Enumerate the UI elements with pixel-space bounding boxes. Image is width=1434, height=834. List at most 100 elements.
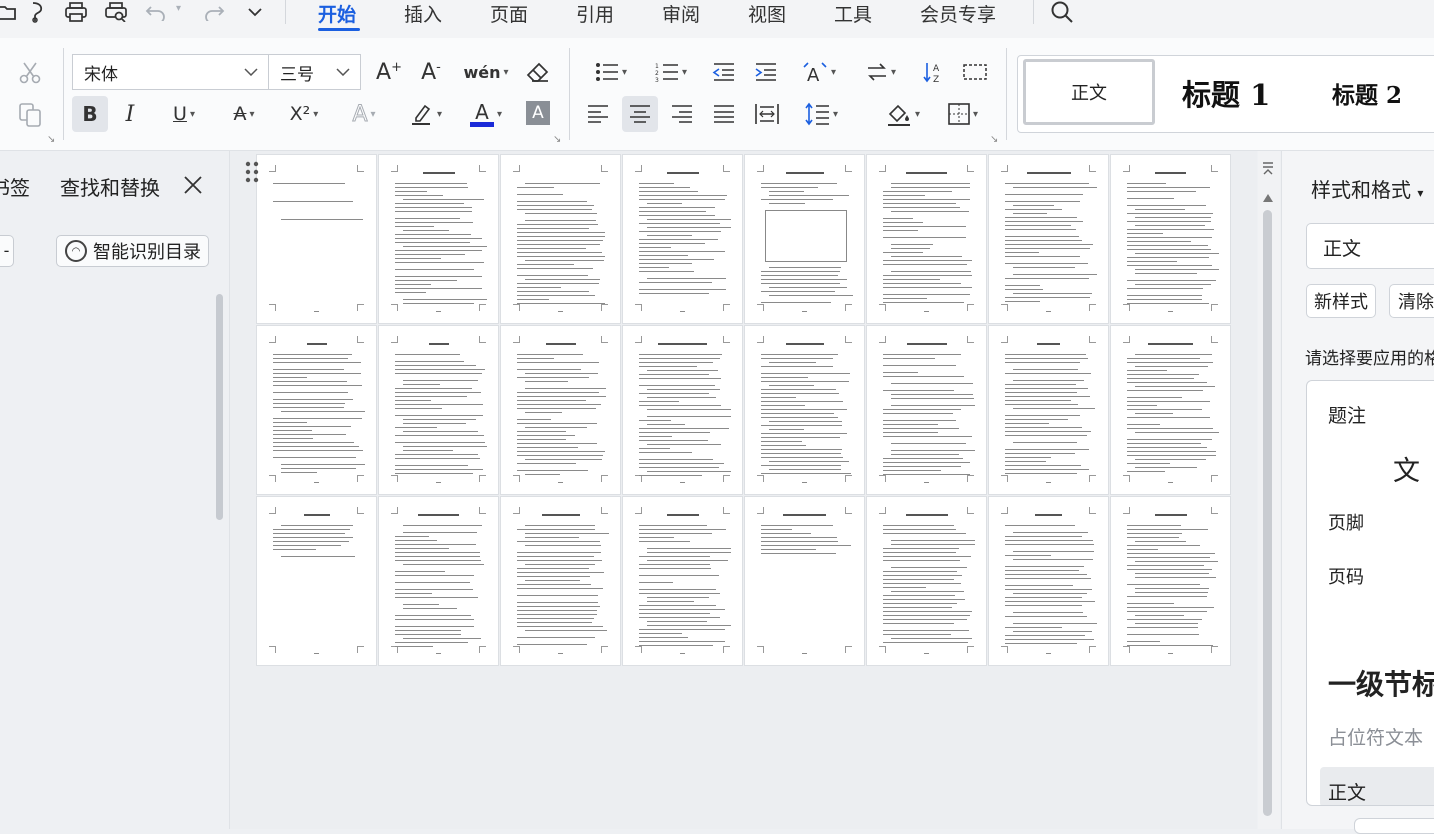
- paragraph-dialog-launcher-icon[interactable]: ↘: [990, 134, 998, 145]
- page-thumbnail[interactable]: [989, 497, 1108, 665]
- collapse-button[interactable]: -: [0, 235, 14, 267]
- tab-view[interactable]: 视图: [748, 0, 786, 30]
- page-thumbnail[interactable]: [257, 326, 376, 494]
- page-thumbnail[interactable]: [867, 326, 986, 494]
- close-icon[interactable]: [182, 174, 204, 196]
- align-right-icon[interactable]: [670, 98, 694, 130]
- search-icon[interactable]: [1049, 0, 1075, 24]
- styles-panel-title[interactable]: 样式和格式 ▾: [1311, 174, 1423, 203]
- page-thumbnail[interactable]: [867, 497, 986, 665]
- tab-page[interactable]: 页面: [490, 0, 528, 30]
- character-shading-button[interactable]: A: [526, 101, 550, 125]
- style-item-placeholder[interactable]: 占位符文本: [1328, 723, 1423, 750]
- increase-indent-icon[interactable]: [750, 56, 782, 88]
- grow-font-button[interactable]: A +: [373, 56, 405, 88]
- tab-insert[interactable]: 插入: [404, 0, 442, 30]
- style-normal[interactable]: 正文: [1023, 59, 1155, 125]
- page-thumbnail[interactable]: [257, 497, 376, 665]
- tab-references[interactable]: 引用: [576, 0, 614, 30]
- redo-icon[interactable]: [201, 0, 227, 24]
- style-item-sample-text[interactable]: 文 字: [1393, 449, 1434, 488]
- undo-icon[interactable]: [143, 0, 169, 24]
- page-thumbnail[interactable]: [501, 497, 620, 665]
- copy-icon[interactable]: [14, 100, 46, 130]
- style-list[interactable]: 题注 文 字 页脚 页码 一级节标 占位符文本 正文: [1306, 380, 1434, 806]
- page-thumbnail[interactable]: [501, 326, 620, 494]
- tab-review[interactable]: 审阅: [662, 0, 700, 30]
- tab-member[interactable]: 会员专享: [920, 0, 996, 30]
- sort-icon[interactable]: AZ: [918, 56, 950, 88]
- clear-format-button[interactable]: 清除: [1389, 284, 1434, 318]
- page-thumbnail[interactable]: [1111, 155, 1230, 323]
- distributed-align-icon[interactable]: [752, 98, 782, 130]
- style-item-caption[interactable]: 题注: [1328, 401, 1366, 428]
- underline-button[interactable]: U ▾: [160, 96, 208, 132]
- page-thumbnail[interactable]: [745, 497, 864, 665]
- decrease-indent-icon[interactable]: [708, 56, 740, 88]
- tab-tools[interactable]: 工具: [834, 0, 872, 30]
- pinyin-guide-button[interactable]: wén ▾: [462, 56, 510, 88]
- shading-button[interactable]: ▾: [880, 98, 926, 130]
- bold-button[interactable]: B: [72, 96, 108, 132]
- more-dropdown-icon[interactable]: [242, 0, 268, 24]
- shrink-font-button[interactable]: A-: [415, 56, 447, 88]
- page-thumbnail[interactable]: [1111, 326, 1230, 494]
- cut-icon[interactable]: [14, 58, 46, 88]
- page-thumbnail[interactable]: [501, 155, 620, 323]
- tab-home[interactable]: 开始: [318, 0, 356, 30]
- new-style-button[interactable]: 新样式: [1306, 284, 1376, 318]
- tab-find-replace[interactable]: 查找和替换: [60, 172, 160, 201]
- style-heading-2[interactable]: 标题 2: [1332, 76, 1402, 110]
- page-thumbnail[interactable]: [989, 155, 1108, 323]
- page-thumbnail[interactable]: [623, 155, 742, 323]
- paragraph-swap-button[interactable]: ▾: [858, 56, 904, 88]
- smart-toc-button[interactable]: ◠ 智能识别目录: [56, 235, 209, 267]
- format-brush-icon[interactable]: [25, 0, 51, 24]
- undo-dropdown-icon[interactable]: ▾: [176, 3, 181, 14]
- page-thumbnail[interactable]: [379, 497, 498, 665]
- scroll-top-icon[interactable]: [1261, 160, 1275, 175]
- italic-button[interactable]: I: [114, 96, 146, 132]
- font-dialog-launcher-icon[interactable]: ↘: [553, 134, 561, 145]
- page-thumbnail[interactable]: [745, 326, 864, 494]
- page-thumbnail[interactable]: [623, 326, 742, 494]
- strikethrough-button[interactable]: A ▾: [220, 96, 268, 132]
- show-hide-marks-icon[interactable]: [960, 56, 990, 88]
- numbered-list-button[interactable]: 1 2 3 ▾: [648, 56, 694, 88]
- text-effect-button[interactable]: A ▾: [340, 96, 388, 132]
- scrollbar-thumb[interactable]: [1263, 210, 1272, 816]
- page-thumbnail[interactable]: [379, 326, 498, 494]
- print-preview-icon[interactable]: [103, 0, 129, 24]
- open-folder-icon[interactable]: [0, 0, 20, 24]
- clear-format-eraser-icon[interactable]: [522, 56, 554, 88]
- text-direction-button[interactable]: A ▾: [796, 56, 842, 88]
- page-thumbnail[interactable]: [745, 155, 864, 323]
- style-item-normal[interactable]: 正文: [1328, 778, 1366, 805]
- bullet-list-button[interactable]: ▾: [588, 56, 634, 88]
- style-item-footer[interactable]: 页脚: [1328, 509, 1364, 535]
- font-color-button[interactable]: A ▾: [462, 96, 510, 132]
- style-item-page-number[interactable]: 页码: [1328, 563, 1364, 589]
- style-item-heading-level1[interactable]: 一级节标: [1328, 663, 1434, 703]
- scroll-up-arrow-icon[interactable]: [1263, 187, 1273, 202]
- drag-handle-icon[interactable]: [244, 160, 262, 188]
- page-thumbnail[interactable]: [989, 326, 1108, 494]
- page-thumbnail[interactable]: [257, 155, 376, 323]
- highlight-button[interactable]: ▾: [402, 96, 450, 132]
- justify-icon[interactable]: [712, 98, 736, 130]
- tab-bookmark[interactable]: 书签: [0, 172, 30, 201]
- font-size-combo[interactable]: 三号: [268, 54, 361, 90]
- borders-button[interactable]: ▾: [940, 98, 986, 130]
- line-spacing-button[interactable]: ▾: [798, 98, 844, 130]
- page-thumbnail[interactable]: [379, 155, 498, 323]
- align-left-icon[interactable]: [586, 98, 610, 130]
- print-icon[interactable]: [63, 0, 89, 24]
- panel-scrollbar[interactable]: [216, 294, 223, 520]
- current-style-field[interactable]: 正文: [1306, 223, 1434, 269]
- page-thumbnail[interactable]: [1111, 497, 1230, 665]
- superscript-button[interactable]: X² ▾: [280, 96, 328, 132]
- page-thumbnail[interactable]: [867, 155, 986, 323]
- clipboard-dialog-launcher-icon[interactable]: ↘: [47, 134, 55, 145]
- page-thumbnail[interactable]: [623, 497, 742, 665]
- font-name-combo[interactable]: 宋体: [72, 54, 269, 90]
